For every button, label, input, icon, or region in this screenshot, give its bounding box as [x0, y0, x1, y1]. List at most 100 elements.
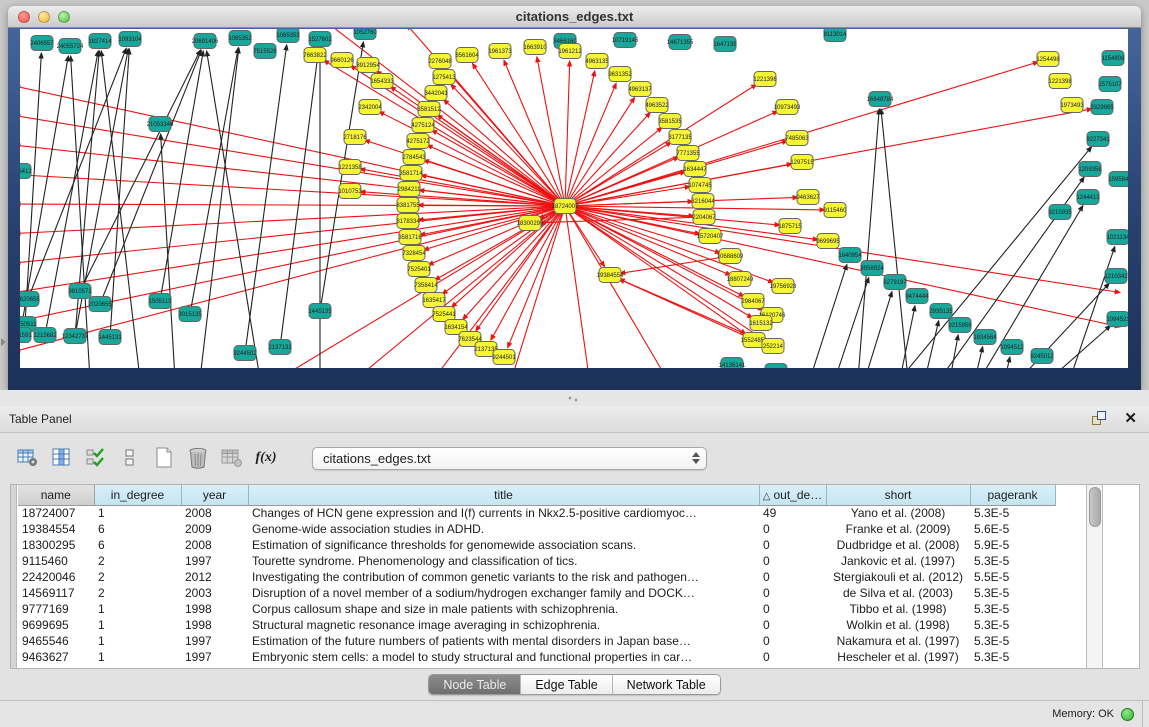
graph-node[interactable]: 9699695 — [816, 234, 840, 249]
scrollbar-thumb[interactable] — [1089, 487, 1101, 527]
graph-node[interactable]: 1635417 — [422, 293, 446, 308]
graph-node[interactable]: 1065353 — [276, 29, 300, 43]
cell-pagerank[interactable]: 5.3E-5 — [970, 585, 1055, 601]
cell-out_de[interactable]: 0 — [759, 601, 826, 617]
cell-short[interactable]: Wolkin et al. (1998) — [826, 617, 970, 633]
graph-node[interactable]: 9810571 — [68, 284, 92, 299]
graph-node[interactable]: 2137131 — [268, 340, 292, 355]
cell-title[interactable]: Tourette syndrome. Phenomenology and cla… — [248, 553, 759, 569]
cell-in_degree[interactable]: 1 — [94, 649, 181, 665]
table-row[interactable]: 1456911722003Disruption of a novel membe… — [18, 585, 1055, 601]
cell-name[interactable]: 9777169 — [18, 601, 94, 617]
graph-node[interactable]: 1733426 — [764, 364, 788, 369]
cell-name[interactable]: 9115460 — [18, 553, 94, 569]
graph-node[interactable]: 1961373 — [488, 44, 512, 59]
cell-name[interactable]: 19384554 — [18, 521, 94, 537]
graph-node[interactable]: 4275172 — [406, 134, 430, 149]
graph-node[interactable]: 19384554 — [597, 268, 624, 283]
graph-node[interactable]: 1221398 — [1048, 74, 1072, 89]
cell-out_de[interactable]: 0 — [759, 585, 826, 601]
graph-node[interactable]: 2406557 — [30, 36, 54, 51]
graph-node[interactable]: 9227341 — [1086, 132, 1110, 147]
table-row[interactable]: 1872400712008Changes of HCN gene express… — [18, 505, 1055, 521]
graph-node[interactable]: 1640954 — [838, 248, 862, 263]
table-settings-icon[interactable] — [14, 444, 42, 472]
graph-node[interactable]: 3581535 — [658, 114, 682, 129]
graph-node[interactable]: 3581716 — [398, 230, 422, 245]
cell-year[interactable]: 2003 — [181, 585, 248, 601]
cell-title[interactable]: Genome-wide association studies in ADHD. — [248, 521, 759, 537]
cell-title[interactable]: Corpus callosum shape and size in male p… — [248, 601, 759, 617]
graph-node[interactable]: 10688609 — [717, 249, 744, 264]
cell-out_de[interactable]: 0 — [759, 649, 826, 665]
cell-out_de[interactable]: 49 — [759, 505, 826, 521]
graph-node[interactable]: 7328454 — [402, 246, 426, 261]
cell-out_de[interactable]: 0 — [759, 553, 826, 569]
table-row[interactable]: 946554611997Estimation of the future num… — [18, 633, 1055, 649]
cell-out_de[interactable]: 0 — [759, 537, 826, 553]
graph-node[interactable]: 7515526 — [253, 44, 277, 59]
graph-node[interactable]: 21053346 — [147, 117, 174, 132]
network-window-titlebar[interactable]: citations_edges.txt — [8, 6, 1141, 28]
column-header-in_degree[interactable]: in_degree — [94, 485, 181, 505]
graph-node[interactable]: 1010753 — [338, 184, 362, 199]
table-row[interactable]: 969969511998Structural magnetic resonanc… — [18, 617, 1055, 633]
graph-node[interactable]: 1074745 — [688, 178, 712, 193]
graph-node[interactable]: 9329965 — [1090, 100, 1114, 115]
graph-node[interactable]: 1445131 — [98, 330, 122, 345]
table-row[interactable]: 2242004622012Investigating the contribut… — [18, 569, 1055, 585]
column-header-title[interactable]: title — [248, 485, 759, 505]
graph-node[interactable]: 252214 — [762, 339, 784, 354]
graph-node[interactable]: 1209358 — [1078, 162, 1102, 177]
cell-title[interactable]: Estimation of significance thresholds fo… — [248, 537, 759, 553]
graph-node[interactable]: 2020655 — [88, 297, 112, 312]
graph-node[interactable]: 1154808 — [1102, 51, 1126, 66]
graph-node[interactable]: 2620655 — [20, 292, 40, 307]
cell-name[interactable]: 18724007 — [18, 505, 94, 521]
column-header-out_de[interactable]: △out_de… — [759, 485, 826, 505]
table-row[interactable]: 977716911998Corpus callosum shape and si… — [18, 601, 1055, 617]
graph-node[interactable]: 1647135 — [713, 37, 737, 52]
cell-title[interactable]: Disruption of a novel member of a sodium… — [248, 585, 759, 601]
graph-node[interactable]: 3216044 — [691, 194, 715, 209]
cell-title[interactable]: Investigating the contribution of common… — [248, 569, 759, 585]
float-panel-icon[interactable] — [1092, 411, 1110, 427]
graph-node[interactable]: 7358414 — [414, 278, 438, 293]
cell-in_degree[interactable]: 1 — [94, 633, 181, 649]
cell-pagerank[interactable]: 5.6E-5 — [970, 521, 1055, 537]
graph-node[interactable]: 2935135 — [929, 304, 953, 319]
cell-short[interactable]: Jankovic et al. (1997) — [826, 553, 970, 569]
graph-node[interactable]: 7391591 — [20, 328, 32, 343]
graph-node[interactable]: 19756928 — [770, 279, 797, 294]
cell-year[interactable]: 2008 — [181, 505, 248, 521]
graph-node[interactable]: 1961212 — [558, 44, 582, 59]
graph-node[interactable]: 10719145 — [612, 33, 639, 48]
graph-node[interactable]: 1827414 — [88, 34, 112, 49]
graph-node[interactable]: 2342004 — [358, 100, 382, 115]
cell-year[interactable]: 1997 — [181, 649, 248, 665]
cell-out_de[interactable]: 0 — [759, 617, 826, 633]
table-column-icon[interactable] — [48, 444, 76, 472]
graph-node[interactable]: 4963137 — [628, 82, 652, 97]
graph-node[interactable]: 1210342 — [1104, 269, 1128, 284]
graph-node[interactable]: 1615132 — [749, 316, 773, 331]
panel-collapse-arrow-icon[interactable] — [1, 338, 6, 346]
graph-node[interactable]: 9463627 — [796, 190, 820, 205]
cell-pagerank[interactable]: 5.3E-5 — [970, 617, 1055, 633]
row-checks-icon[interactable] — [82, 444, 110, 472]
graph-node[interactable]: 1595842 — [1108, 172, 1128, 187]
graph-node[interactable]: 8958924 — [860, 261, 884, 276]
cell-year[interactable]: 2009 — [181, 521, 248, 537]
cell-pagerank[interactable]: 5.3E-5 — [970, 633, 1055, 649]
graph-node[interactable]: 7663822 — [303, 48, 327, 63]
cell-year[interactable]: 1998 — [181, 601, 248, 617]
graph-node[interactable]: 1221358 — [338, 160, 362, 175]
cell-name[interactable]: 9463627 — [18, 649, 94, 665]
graph-node[interactable]: 2784543 — [402, 150, 426, 165]
graph-node[interactable]: 8381755 — [396, 198, 420, 213]
cell-pagerank[interactable]: 5.9E-5 — [970, 537, 1055, 553]
graph-node[interactable]: 1845412 — [20, 164, 32, 179]
graph-node[interactable]: 9215956 — [948, 318, 972, 333]
graph-node[interactable]: 1215682 — [33, 328, 57, 343]
tab-network-table[interactable]: Network Table — [612, 675, 720, 694]
